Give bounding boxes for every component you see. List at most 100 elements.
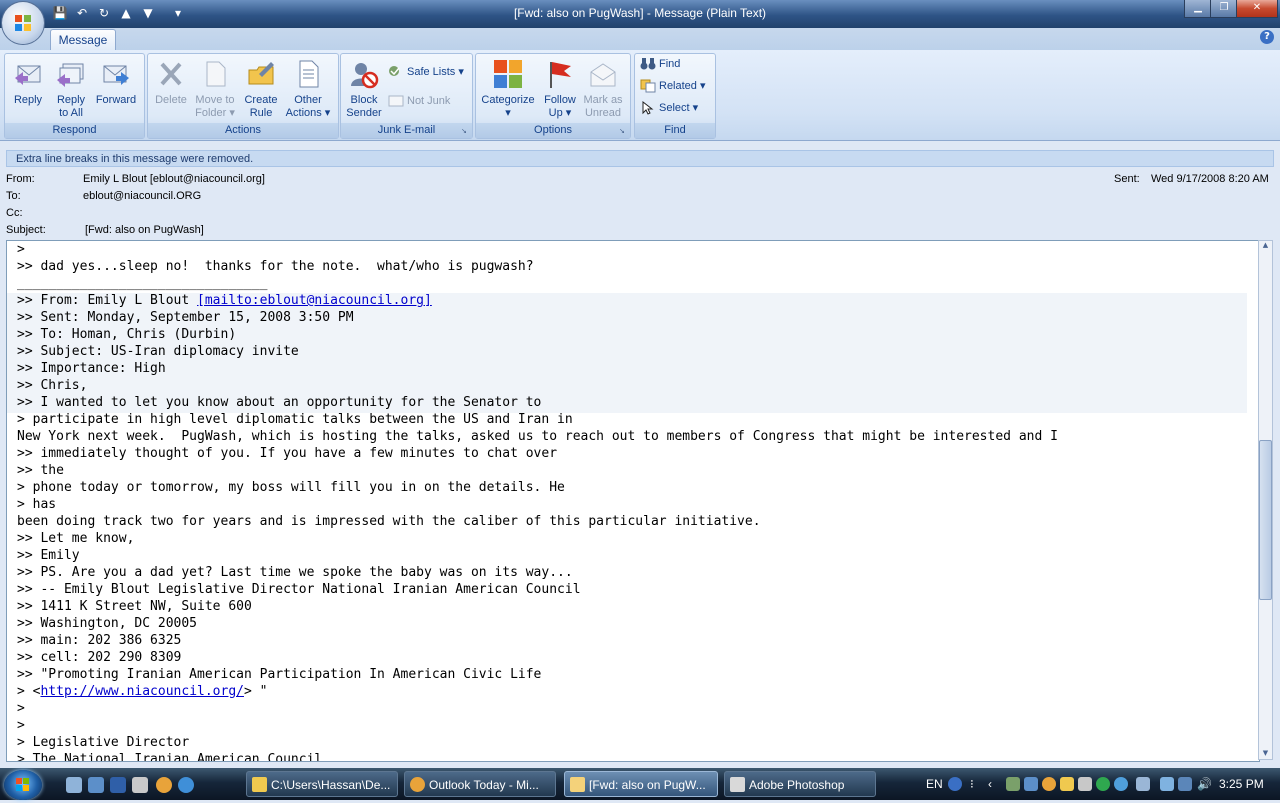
help-icon[interactable]: ? bbox=[1260, 30, 1274, 44]
taskbar-item-outlook-today[interactable]: Outlook Today - Mi... bbox=[404, 771, 556, 797]
body-line: > The National Iranian American Council bbox=[17, 752, 323, 762]
mailto-link[interactable]: [mailto:eblout@niacouncil.org] bbox=[197, 293, 432, 308]
from-label: From: bbox=[6, 173, 35, 185]
move-to-folder-button[interactable]: Move to Folder ▾ bbox=[192, 58, 238, 120]
office-button[interactable] bbox=[2, 2, 44, 44]
show-hidden-icons-icon[interactable]: ‹ bbox=[988, 777, 992, 791]
switch-windows-icon[interactable] bbox=[88, 777, 104, 793]
reply-all-button[interactable]: Reply to All bbox=[50, 58, 92, 120]
forward-label: Forward bbox=[95, 94, 137, 106]
to-value[interactable]: eblout@niacouncil.ORG bbox=[83, 190, 201, 202]
start-button[interactable] bbox=[4, 770, 42, 800]
reply-all-label: Reply to All bbox=[56, 94, 86, 119]
tray-folder-icon[interactable] bbox=[1060, 777, 1074, 791]
taskbar-item-photoshop[interactable]: Adobe Photoshop bbox=[724, 771, 876, 797]
tray-sync-icon[interactable] bbox=[1114, 777, 1128, 791]
message-body[interactable]: > >> dad yes...sleep no! thanks for the n… bbox=[6, 240, 1260, 762]
body-line: >> To: Homan, Chris (Durbin) bbox=[17, 327, 237, 342]
tray-security-icon[interactable] bbox=[1136, 777, 1150, 791]
close-button[interactable]: ✕ bbox=[1236, 0, 1278, 18]
language-indicator[interactable]: EN bbox=[926, 777, 943, 791]
info-bar[interactable]: Extra line breaks in this message were r… bbox=[6, 150, 1274, 167]
other-actions-button[interactable]: Other Actions ▾ bbox=[283, 58, 333, 120]
tray-network-app-icon[interactable] bbox=[1006, 777, 1020, 791]
envelope-icon bbox=[570, 777, 585, 792]
delete-button[interactable]: Delete bbox=[152, 58, 190, 107]
tray-usb-icon[interactable] bbox=[1160, 777, 1174, 791]
tray-outlook-icon[interactable] bbox=[1042, 777, 1056, 791]
group-label-junk: Junk E-mail bbox=[341, 123, 472, 138]
photoshop-icon bbox=[730, 777, 745, 792]
find-button[interactable]: Find bbox=[640, 55, 680, 73]
body-line: >> Subject: US-Iran diplomacy invite bbox=[17, 344, 299, 359]
maximize-button[interactable]: ❐ bbox=[1210, 0, 1238, 18]
create-rule-button[interactable]: Create Rule bbox=[240, 58, 282, 120]
taskbar-item-explorer[interactable]: C:\Users\Hassan\De... bbox=[246, 771, 398, 797]
body-line: > bbox=[17, 718, 25, 733]
select-label: Select ▾ bbox=[659, 102, 699, 114]
volume-icon[interactable]: 🔊 bbox=[1197, 777, 1212, 791]
outlook-quick-icon[interactable] bbox=[156, 777, 172, 793]
block-sender-icon bbox=[348, 58, 380, 90]
taskbar-item-label: [Fwd: also on PugW... bbox=[589, 778, 706, 792]
ribbon-tab-row bbox=[0, 28, 1280, 50]
safe-lists-icon bbox=[388, 65, 404, 79]
body-line: >> I wanted to let you know about an opp… bbox=[17, 395, 542, 410]
related-icon bbox=[640, 79, 656, 93]
body-line: >> 1411 K Street NW, Suite 600 bbox=[17, 599, 252, 614]
group-label-respond: Respond bbox=[5, 123, 144, 138]
body-line: >> Emily bbox=[17, 548, 80, 563]
body-line: > has bbox=[17, 497, 57, 512]
body-line: >> immediately thought of you. If you ha… bbox=[17, 446, 558, 461]
forward-button[interactable]: Forward bbox=[92, 58, 140, 107]
website-link[interactable]: http://www.niacouncil.org/ bbox=[40, 684, 244, 699]
body-line: > bbox=[17, 242, 25, 257]
body-line: >> Importance: High bbox=[17, 361, 166, 376]
word-icon[interactable] bbox=[110, 777, 126, 793]
internet-explorer-icon[interactable] bbox=[178, 777, 194, 793]
body-line: >> cell: 202 290 8309 bbox=[17, 650, 182, 665]
body-line: been doing track two for years and is im… bbox=[17, 514, 761, 529]
categorize-label: Categorize ▾ bbox=[481, 94, 535, 119]
select-button[interactable]: Select ▾ bbox=[640, 99, 698, 117]
clock[interactable]: 3:25 PM bbox=[1219, 777, 1264, 791]
categorize-button[interactable]: Categorize ▾ bbox=[479, 58, 537, 120]
other-actions-label: Other Actions ▾ bbox=[285, 94, 331, 119]
tray-check-icon[interactable] bbox=[1096, 777, 1110, 791]
follow-up-button[interactable]: Follow Up ▾ bbox=[540, 58, 580, 120]
tray-device-icon[interactable] bbox=[1078, 777, 1092, 791]
scrollbar-thumb[interactable] bbox=[1259, 440, 1272, 600]
move-to-folder-icon bbox=[199, 58, 231, 90]
body-line: > participate in high level diplomatic t… bbox=[17, 412, 573, 427]
show-desktop-icon[interactable] bbox=[66, 777, 82, 793]
block-sender-button[interactable]: Block Sender bbox=[344, 58, 384, 120]
scroll-down-icon[interactable]: ▼ bbox=[1259, 749, 1272, 758]
body-line: ________________________________ bbox=[17, 276, 268, 291]
taskbar-item-message[interactable]: [Fwd: also on PugW... bbox=[564, 771, 718, 797]
junk-options-launcher-icon[interactable]: ↘ bbox=[461, 127, 470, 136]
group-label-options: Options bbox=[476, 123, 630, 138]
mark-as-unread-button[interactable]: Mark as Unread bbox=[581, 58, 625, 120]
binoculars-icon bbox=[640, 57, 656, 71]
body-line: > <http://www.niacouncil.org/> " bbox=[17, 684, 268, 699]
minimize-button[interactable]: ▁ bbox=[1184, 0, 1212, 18]
body-line: >> dad yes...sleep no! thanks for the no… bbox=[17, 259, 534, 274]
scroll-up-icon[interactable]: ▲ bbox=[1259, 241, 1272, 249]
options-launcher-icon[interactable]: ↘ bbox=[619, 127, 628, 136]
taskbar-item-label: Outlook Today - Mi... bbox=[429, 778, 539, 792]
related-button[interactable]: Related ▾ bbox=[640, 77, 706, 95]
reply-button[interactable]: Reply bbox=[8, 58, 48, 107]
body-line: >> Sent: Monday, September 15, 2008 3:50… bbox=[17, 310, 354, 325]
from-value[interactable]: Emily L Blout [eblout@niacouncil.org] bbox=[83, 173, 265, 185]
calculator-icon[interactable] bbox=[132, 777, 148, 793]
tray-display-icon[interactable] bbox=[1024, 777, 1038, 791]
not-junk-button[interactable]: Not Junk bbox=[388, 92, 450, 110]
help-tray-icon[interactable] bbox=[948, 777, 962, 791]
create-rule-icon bbox=[245, 58, 277, 90]
categorize-icon bbox=[492, 58, 524, 90]
safe-lists-button[interactable]: Safe Lists ▾ bbox=[388, 63, 464, 81]
tray-options-icon[interactable]: ⁝ bbox=[970, 777, 974, 791]
body-line: >> Washington, DC 20005 bbox=[17, 616, 198, 631]
network-icon[interactable] bbox=[1178, 777, 1192, 791]
tab-message[interactable]: Message bbox=[50, 29, 116, 51]
